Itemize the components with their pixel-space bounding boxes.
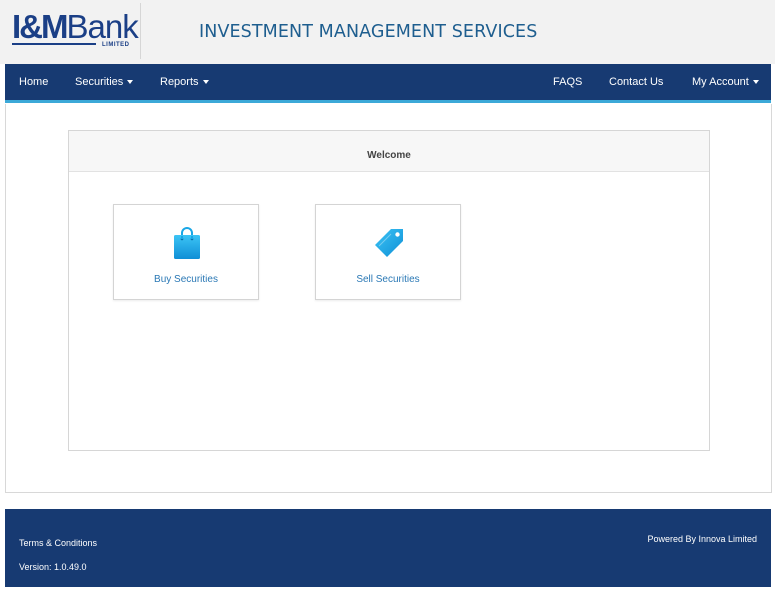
nav-my-account-dropdown[interactable]: My Account [692,76,759,88]
caret-down-icon [752,80,759,85]
nav-faqs[interactable]: FAQS [553,76,582,88]
terms-link[interactable]: Terms & Conditions [19,538,97,548]
logo-bank-text: Bank [66,8,139,45]
main-content: Welcome Buy Securities Sell Securities [5,104,772,493]
version-text: Version: 1.0.49.0 [19,562,87,572]
app-title: INVESTMENT MANAGEMENT SERVICES [199,22,538,42]
nav-account-label: My Account [692,76,749,88]
shopping-bag-icon [174,227,200,259]
nav-securities-label: Securities [75,76,124,88]
logo-im-text: I&M [12,8,68,45]
buy-securities-tile[interactable]: Buy Securities [113,204,259,300]
nav-home[interactable]: Home [19,76,48,88]
sell-securities-label: Sell Securities [356,274,420,285]
welcome-panel: Welcome Buy Securities Sell Securities [68,130,710,451]
caret-down-icon [127,80,134,85]
top-navbar: Home Securities Reports FAQS Contact Us … [5,64,771,103]
nav-contact-label: Contact Us [609,76,664,88]
nav-contact-us[interactable]: Contact Us [609,76,663,88]
logo-wordmark: I&MBank [12,8,139,45]
nav-securities-dropdown[interactable]: Securities [75,76,134,88]
nav-reports-dropdown[interactable]: Reports [160,76,209,88]
header: I&MBank LIMITED INVESTMENT MANAGEMENT SE… [0,0,775,64]
nav-home-label: Home [19,76,49,88]
bank-logo[interactable]: I&MBank LIMITED [6,3,141,59]
buy-securities-label: Buy Securities [154,274,218,285]
panel-heading: Welcome [69,131,709,172]
price-tag-icon [375,229,403,257]
powered-by-text: Powered By Innova Limited [647,534,757,544]
nav-faqs-label: FAQS [553,76,583,88]
nav-reports-label: Reports [160,76,199,88]
logo-subtitle: LIMITED [102,42,130,48]
logo-underline [12,43,96,45]
sell-securities-tile[interactable]: Sell Securities [315,204,461,300]
footer: Terms & Conditions Version: 1.0.49.0 Pow… [5,509,771,587]
caret-down-icon [202,80,209,85]
